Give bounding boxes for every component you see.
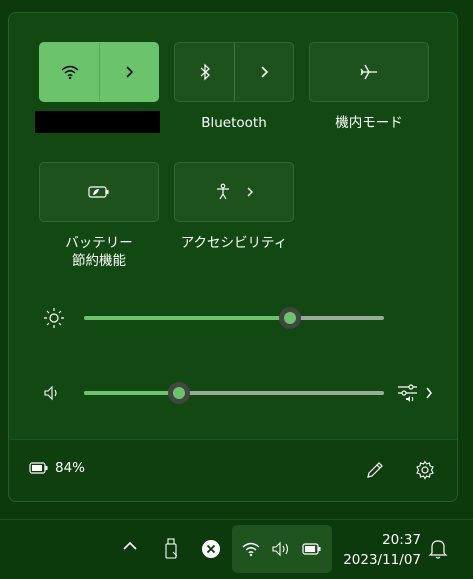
battery-icon (302, 543, 322, 555)
bluetooth-expand-button[interactable] (235, 43, 293, 101)
gear-icon[interactable] (415, 460, 435, 480)
bluetooth-tile (174, 42, 294, 102)
volume-slider-thumb[interactable] (168, 382, 190, 404)
battery-percentage: 84% (55, 460, 86, 476)
taskbar: 20:37 2023/11/07 (0, 519, 473, 579)
wifi-expand-button[interactable] (100, 43, 158, 101)
accessibility-tile[interactable] (174, 162, 294, 222)
wifi-toggle-button[interactable] (40, 43, 99, 101)
audio-output-button[interactable] (397, 383, 433, 403)
usb-drive-icon[interactable] (163, 538, 179, 560)
accessibility-icon (214, 183, 232, 201)
battery-saver-icon (88, 185, 110, 199)
notification-bell-icon[interactable] (428, 538, 448, 560)
chevron-right-icon (259, 65, 269, 79)
accessibility-label: アクセシビリティ (180, 235, 288, 251)
speaker-icon (43, 385, 61, 401)
bluetooth-toggle-button[interactable] (175, 43, 234, 101)
brightness-icon (43, 307, 65, 329)
bluetooth-label: Bluetooth (201, 115, 267, 131)
close-circle-icon[interactable] (200, 538, 222, 560)
wifi-icon (60, 64, 80, 80)
battery-saver-label-line1: バッテリー (65, 235, 133, 251)
battery-saver-tile[interactable] (39, 162, 159, 222)
clock-date: 2023/11/07 (343, 552, 421, 568)
edit-icon[interactable] (365, 460, 385, 480)
audio-mixer-icon (397, 383, 419, 403)
battery-icon (29, 462, 49, 474)
chevron-up-icon[interactable] (122, 540, 138, 552)
taskbar-clock[interactable]: 20:37 2023/11/07 (343, 530, 421, 570)
quick-settings-panel: Bluetooth 機内モード バッテリー 節約機能 アクセシビリティ 84% (8, 12, 458, 502)
chevron-right-icon (425, 386, 433, 400)
wifi-tile (39, 42, 159, 102)
airplane-mode-label: 機内モード (335, 115, 403, 131)
chevron-right-icon (246, 186, 254, 198)
airplane-mode-tile[interactable] (309, 42, 429, 102)
clock-time: 20:37 (382, 532, 421, 548)
volume-slider-fill (84, 391, 179, 395)
system-tray-quick-settings-button[interactable] (232, 525, 332, 573)
quick-settings-footer: 84% (9, 439, 457, 501)
battery-saver-label-line2: 節約機能 (72, 253, 126, 269)
chevron-right-icon (124, 65, 134, 79)
speaker-icon (271, 541, 291, 557)
brightness-slider-thumb[interactable] (279, 307, 301, 329)
battery-status[interactable]: 84% (29, 460, 85, 476)
airplane-icon (359, 63, 379, 81)
battery-saver-label: バッテリー 節約機能 (39, 234, 159, 270)
brightness-slider-fill (84, 316, 290, 320)
wifi-label-redacted (35, 111, 160, 133)
wifi-icon (241, 541, 261, 557)
bluetooth-icon (198, 63, 212, 81)
